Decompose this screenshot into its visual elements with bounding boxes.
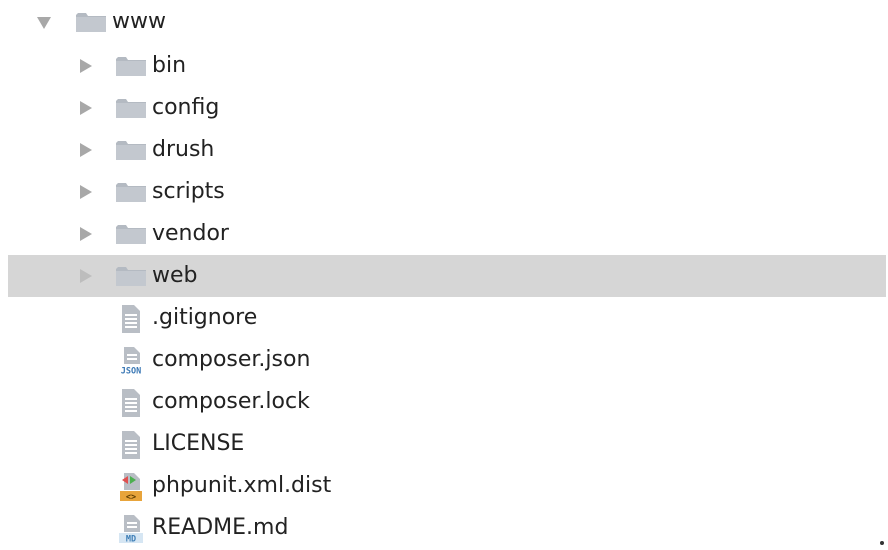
tree-label: scripts	[152, 179, 225, 204]
project-tree: www bin config drush scripts vendor web …	[0, 0, 888, 550]
tree-row-license[interactable]: LICENSE	[8, 423, 886, 465]
text-file-icon	[122, 305, 140, 333]
tree-label: bin	[152, 53, 187, 78]
tree-row-config[interactable]: config	[8, 87, 886, 129]
tree-label: drush	[152, 137, 215, 162]
tree-row-scripts[interactable]: scripts	[8, 171, 886, 213]
markdown-file-icon: MD	[119, 515, 143, 545]
tree-label: composer.lock	[152, 389, 310, 414]
tree-row-gitignore[interactable]: .gitignore	[8, 297, 886, 339]
tree-row-readme-md[interactable]: MD README.md	[8, 507, 886, 549]
tree-row-web[interactable]: web	[8, 255, 886, 297]
tree-row-www[interactable]: www	[8, 1, 886, 43]
collapse-arrow-icon[interactable]	[80, 143, 92, 157]
text-file-icon	[122, 431, 140, 459]
tree-label: config	[152, 95, 220, 120]
collapse-arrow-icon[interactable]	[80, 185, 92, 199]
tree-row-drush[interactable]: drush	[8, 129, 886, 171]
tree-row-vendor[interactable]: vendor	[8, 213, 886, 255]
folder-icon	[116, 99, 146, 118]
svg-text:<>: <>	[126, 493, 136, 503]
collapse-arrow-icon[interactable]	[80, 101, 92, 115]
tree-label: vendor	[152, 221, 229, 246]
tree-row-phpunit-xml-dist[interactable]: <> phpunit.xml.dist	[8, 465, 886, 507]
xml-file-icon: <>	[120, 473, 142, 503]
tree-row-composer-json[interactable]: JSON composer.json	[8, 339, 886, 381]
collapse-arrow-icon[interactable]	[80, 269, 92, 283]
tree-label: .gitignore	[152, 305, 258, 330]
folder-icon	[116, 267, 146, 286]
tree-label: web	[152, 263, 198, 288]
tree-row-bin[interactable]: bin	[8, 45, 886, 87]
folder-icon	[116, 183, 146, 202]
tree-label: composer.json	[152, 347, 311, 372]
collapse-arrow-icon[interactable]	[80, 227, 92, 241]
folder-icon	[116, 57, 146, 76]
collapse-arrow-icon[interactable]	[80, 59, 92, 73]
svg-text:MD: MD	[126, 535, 136, 545]
json-file-icon: JSON	[117, 347, 145, 377]
tree-label: www	[112, 9, 166, 34]
tree-label: LICENSE	[152, 431, 245, 456]
folder-icon	[76, 13, 106, 32]
svg-text:JSON: JSON	[121, 367, 141, 377]
folder-icon	[116, 141, 146, 160]
tree-label: phpunit.xml.dist	[152, 473, 332, 498]
text-file-icon	[122, 389, 140, 417]
tree-row-composer-lock[interactable]: composer.lock	[8, 381, 886, 423]
folder-icon	[116, 225, 146, 244]
tree-label: README.md	[152, 515, 289, 540]
expand-arrow-icon[interactable]	[37, 17, 51, 29]
mouse-pointer-icon	[880, 541, 884, 545]
